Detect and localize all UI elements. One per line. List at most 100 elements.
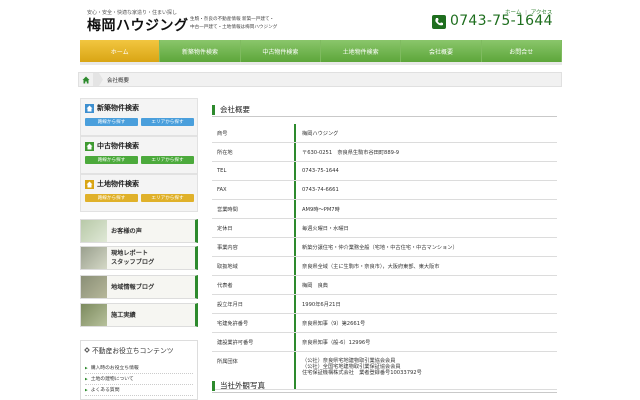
- table-row: 取扱地域 奈良県全域（主に生駒市・奈良市），大阪府東部、東大阪市: [212, 257, 557, 276]
- useful-content-link[interactable]: よくある質問: [85, 385, 193, 396]
- banner-photo: [81, 304, 107, 326]
- search-box-1: 中古物件検索路線から探す エリアから探す: [80, 136, 198, 174]
- table-row: 定休日 毎週火曜日・水曜日: [212, 219, 557, 238]
- section-title-text: 当社外観写真: [220, 381, 265, 390]
- useful-content-link[interactable]: 土地の建物について: [85, 374, 193, 385]
- site-logo[interactable]: 梅岡ハウジング: [87, 15, 189, 35]
- table-row-value: 奈良県知事（9）第2661号: [302, 320, 366, 327]
- banner-label-line1: 現地レポート: [111, 250, 149, 257]
- search-box-title: 新築物件検索: [85, 103, 139, 113]
- table-row-label: 設立年月日: [212, 295, 296, 313]
- section-title-marker: [212, 104, 215, 115]
- banner-label: 現地レポート スタッフブログ: [111, 249, 154, 267]
- search-by-line-button[interactable]: 路線から探す: [85, 118, 138, 126]
- search-box-title-text: 新築物件検索: [97, 103, 139, 112]
- search-box-0: 新築物件検索路線から探す エリアから探す: [80, 98, 198, 136]
- site-description-line1: 生駒・奈良の不動産情報 新築一戸建て・: [190, 17, 275, 22]
- banner-label-line1: 地域情報ブログ: [111, 283, 155, 291]
- nav-item-3[interactable]: 土地物件検索: [321, 40, 402, 62]
- useful-content-list: 購入時のお役立ち情報土地の建物についてよくある質問: [85, 363, 193, 396]
- nav-item-5[interactable]: お問合せ: [482, 40, 562, 62]
- table-row: 設立年月日 1990年6月21日: [212, 295, 557, 314]
- breadcrumb-separator: [93, 73, 103, 86]
- search-box-title-text: 中古物件検索: [97, 141, 139, 150]
- banner-label-line1: お客様の声: [111, 227, 142, 235]
- nav-item-1[interactable]: 新築物件検索: [160, 40, 241, 62]
- table-row-value: 0743-75-1644: [302, 168, 339, 174]
- table-row-value: 〒630-0251 奈良県生駒市谷田町889-9: [302, 149, 400, 156]
- table-row-value: 新築分譲住宅・仲介業務全般（宅地・中古住宅・中古マンション）: [302, 244, 458, 251]
- table-row: 営業時間 AM9時～PM7時: [212, 200, 557, 219]
- table-row-value: 毎週火曜日・水曜日: [302, 225, 349, 232]
- table-row: 事業内容 新築分譲住宅・仲介業務全般（宅地・中古住宅・中古マンション）: [212, 238, 557, 257]
- banner-label-line1: 施工実績: [111, 311, 136, 319]
- table-row-label: 所在地: [212, 143, 296, 161]
- banner-label: 地域情報ブログ: [111, 283, 154, 292]
- banner-photo: [81, 276, 107, 298]
- table-row-label: 取扱地域: [212, 257, 296, 275]
- nav-item-0[interactable]: ホーム: [80, 40, 161, 62]
- search-box-2: 土地物件検索路線から探す エリアから探す: [80, 174, 198, 212]
- main-navigation: ホーム 新築物件検索 中古物件検索 土地物件検索 会社概要 お問合せ: [80, 40, 562, 62]
- useful-content-box: 不動産お役立ちコンテンツ 購入時のお役立ち情報土地の建物についてよくある質問: [80, 340, 198, 400]
- nav-item-4[interactable]: 会社概要: [401, 40, 482, 62]
- search-box-title: 中古物件検索: [85, 141, 139, 151]
- table-row: 所在地 〒630-0251 奈良県生駒市谷田町889-9: [212, 143, 557, 162]
- table-row-label: 宅建免許番号: [212, 314, 296, 332]
- useful-content-title-text: 不動産お役立ちコンテンツ: [92, 347, 174, 355]
- table-row-value: 0743-74-6661: [302, 187, 339, 193]
- search-box-title: 土地物件検索: [85, 179, 139, 189]
- table-row-value: 梅岡 良典: [302, 282, 328, 289]
- house-icon: [85, 179, 94, 189]
- section-title-text: 会社概要: [220, 105, 250, 114]
- table-row-label: FAX: [212, 181, 296, 199]
- home-icon[interactable]: [79, 73, 93, 86]
- phone-icon: [432, 15, 446, 29]
- table-row-value: 奈良県知事（般-6）12996号: [302, 339, 371, 346]
- nav-item-2[interactable]: 中古物件検索: [241, 40, 321, 62]
- diamond-icon: [84, 347, 90, 353]
- sidebar-banner-0[interactable]: お客様の声: [80, 219, 198, 243]
- table-row-label: 代表者: [212, 276, 296, 294]
- table-row: 代表者 梅岡 良典: [212, 276, 557, 295]
- company-info-table: 商号 梅岡ハウジング 所在地 〒630-0251 奈良県生駒市谷田町889-9 TEL 0…: [212, 124, 557, 390]
- search-by-area-button[interactable]: エリアから探す: [141, 194, 194, 202]
- sidebar-banner-1[interactable]: 現地レポート スタッフブログ: [80, 246, 198, 270]
- banner-label-line2: スタッフブログ: [111, 259, 155, 266]
- table-row: TEL 0743-75-1644: [212, 162, 557, 181]
- table-row-value: 1990年6月21日: [302, 301, 341, 308]
- table-row-label: TEL: [212, 162, 296, 180]
- table-row: FAX 0743-74-6661: [212, 181, 557, 200]
- search-by-line-button[interactable]: 路線から探す: [85, 194, 138, 202]
- house-icon: [85, 103, 94, 113]
- table-row-value: 梅岡ハウジング: [302, 130, 339, 137]
- search-by-area-button[interactable]: エリアから探す: [141, 156, 194, 164]
- sidebar-banner-2[interactable]: 地域情報ブログ: [80, 275, 198, 299]
- header-phone-number[interactable]: 0743-75-1644: [450, 13, 553, 29]
- table-row-label: 営業時間: [212, 200, 296, 218]
- section-title-exterior: 当社外観写真: [212, 379, 557, 393]
- useful-content-title: 不動産お役立ちコンテンツ: [84, 345, 174, 355]
- banner-photo: [81, 220, 107, 242]
- table-row: 商号 梅岡ハウジング: [212, 124, 557, 143]
- banner-photo: [81, 247, 107, 269]
- table-row-label: 商号: [212, 124, 296, 142]
- useful-content-link[interactable]: 購入時のお役立ち情報: [85, 363, 193, 374]
- search-by-area-button[interactable]: エリアから探す: [141, 118, 194, 126]
- sidebar-banner-3[interactable]: 施工実績: [80, 303, 198, 327]
- banner-label: お客様の声: [111, 227, 142, 236]
- banner-label: 施工実績: [111, 311, 136, 320]
- section-title-marker: [212, 380, 215, 391]
- breadcrumb: 会社概要: [78, 72, 562, 87]
- table-row: 建設業許可番号 奈良県知事（般-6）12996号: [212, 333, 557, 352]
- section-title-company: 会社概要: [212, 103, 557, 117]
- table-row-label: 建設業許可番号: [212, 333, 296, 351]
- search-by-line-button[interactable]: 路線から探す: [85, 156, 138, 164]
- table-row-label: 定休日: [212, 219, 296, 237]
- breadcrumb-current: 会社概要: [107, 77, 130, 84]
- site-description-line2: 中古一戸建て・土地情報は梅岡ハウジング: [190, 25, 278, 30]
- association-line: 住宅保証機構株式会社 業者登録番号10033792号: [302, 370, 422, 377]
- search-box-title-text: 土地物件検索: [97, 179, 139, 188]
- table-row: 宅建免許番号 奈良県知事（9）第2661号: [212, 314, 557, 333]
- house-icon: [85, 141, 94, 151]
